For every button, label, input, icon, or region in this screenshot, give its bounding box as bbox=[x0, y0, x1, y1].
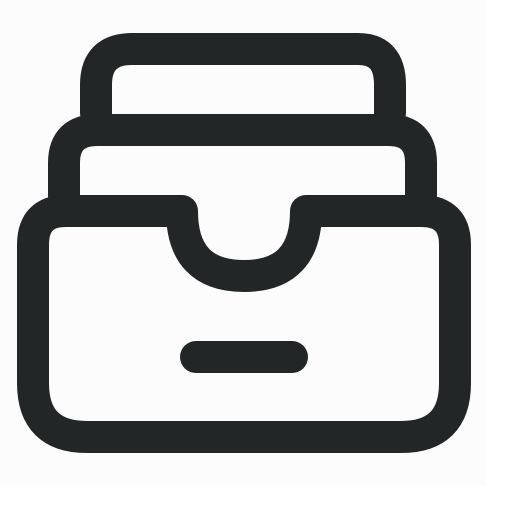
archive-drawer-icon bbox=[0, 0, 486, 486]
icon-background bbox=[0, 0, 486, 486]
icon-canvas bbox=[0, 0, 512, 512]
archive-drawer-svg bbox=[0, 0, 486, 486]
